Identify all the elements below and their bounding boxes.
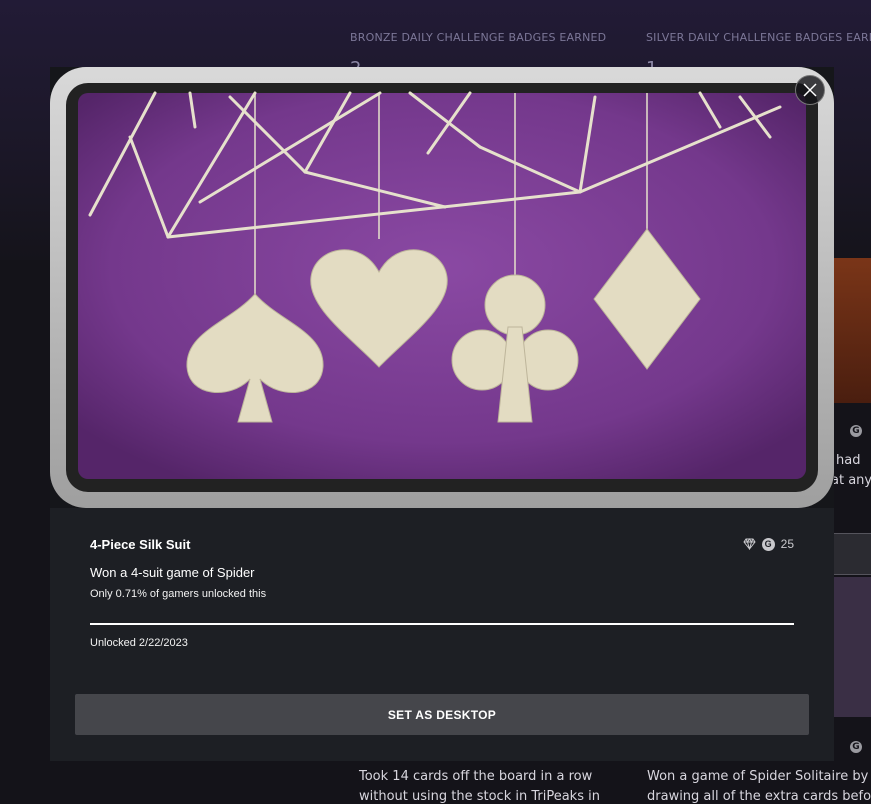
background-gamerscore-icon: G [850,741,862,753]
background-card-text: without using the stock in TriPeaks in [359,789,600,804]
background-card-text: Won a game of Spider Solitaire by fi [647,769,871,784]
background-card-button[interactable] [830,533,871,575]
gamerscore-value: 25 [780,537,794,551]
achievement-title: 4-Piece Silk Suit [90,537,191,552]
background-card-text: at any [831,473,871,488]
close-icon [803,83,817,97]
achievement-artwork [50,67,834,508]
diamond-rarity-icon [743,538,756,550]
background-card-text: had [836,453,861,468]
achievement-description: Won a 4-suit game of Spider [90,565,255,580]
gamerscore-icon: G [761,537,775,551]
achievement-score: G 25 [743,537,794,551]
spider-suits-artwork [50,67,834,508]
progress-bar [90,623,794,625]
silver-badges-label: SILVER DAILY CHALLENGE BADGES EARNED [646,31,871,44]
achievement-rarity: Only 0.71% of gamers unlocked this [90,588,267,600]
bronze-badges-label: BRONZE DAILY CHALLENGE BADGES EARNED [350,31,607,44]
achievement-detail-dialog: 4-Piece Silk Suit G 25 Won a 4-suit game… [50,67,834,761]
close-button[interactable] [795,75,825,105]
background-gamerscore-icon: G [850,425,862,437]
background-card-text: drawing all of the extra cards before [647,789,871,804]
unlocked-date: Unlocked 2/22/2023 [90,637,188,649]
background-card-text: Took 14 cards off the board in a row [359,769,593,784]
set-as-desktop-button[interactable]: SET AS DESKTOP [75,694,809,735]
